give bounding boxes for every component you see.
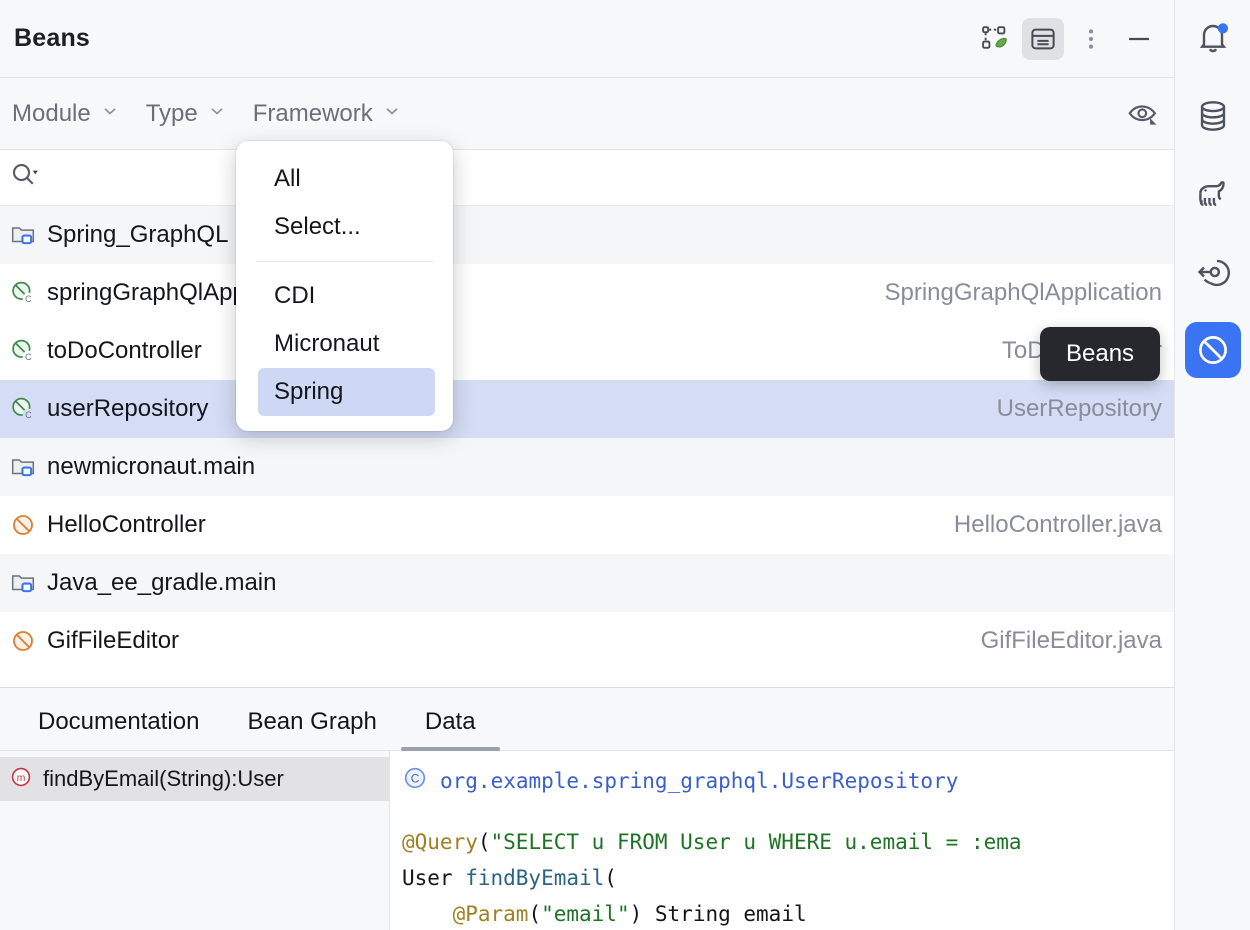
preview-eye-icon[interactable]	[1126, 97, 1160, 131]
right-tool-stripe	[1174, 0, 1250, 930]
show-details-icon[interactable]	[1022, 18, 1064, 60]
code-token: findByEmail	[465, 866, 604, 890]
bean-list[interactable]: Spring_GraphQL C springGraphQlApplicatio…	[0, 206, 1174, 687]
page-title: Beans	[14, 24, 90, 53]
menu-item-cdi[interactable]: CDI	[236, 272, 453, 320]
filter-framework-label: Framework	[253, 100, 373, 128]
list-item-secondary: GifFileEditor.java	[981, 627, 1162, 655]
list-item[interactable]: C springGraphQlApplication SpringGraphQl…	[0, 264, 1174, 322]
chevron-down-icon	[207, 101, 227, 126]
code-token: User	[402, 866, 465, 890]
tab-bean-graph[interactable]: Bean Graph	[223, 708, 400, 750]
detail-body: m findByEmail(String):User C	[0, 751, 1174, 930]
tool-window-header: Beans	[0, 0, 1174, 78]
filter-framework[interactable]: Framework	[253, 100, 402, 128]
spring-bean-icon: C	[9, 396, 37, 422]
list-item-label: newmicronaut.main	[47, 453, 255, 481]
menu-item-select[interactable]: Select...	[236, 203, 453, 251]
detail-tabs: Documentation Bean Graph Data	[0, 688, 1174, 751]
spring-bean-icon: C	[9, 280, 37, 306]
list-item[interactable]: HelloController HelloController.java	[0, 496, 1174, 554]
menu-item-spring[interactable]: Spring	[258, 368, 435, 416]
list-item[interactable]: C toDoController ToDoController	[0, 322, 1174, 380]
code-token: (	[478, 830, 491, 854]
method-list-item[interactable]: m findByEmail(String):User	[0, 757, 389, 801]
list-item-label: userRepository	[47, 395, 208, 423]
module-folder-icon	[9, 454, 37, 480]
filter-bar: Module Type Framework	[0, 78, 1174, 150]
code-header: C org.example.spring_graphql.UserReposit…	[402, 765, 1174, 796]
list-item-secondary: UserRepository	[997, 395, 1162, 423]
class-icon: C	[402, 765, 428, 796]
list-item-label: Java_ee_gradle.main	[47, 569, 277, 597]
filter-module[interactable]: Module	[12, 100, 120, 128]
svg-text:m: m	[17, 772, 26, 784]
list-item-selected[interactable]: C userRepository UserRepository	[0, 380, 1174, 438]
filter-type[interactable]: Type	[146, 100, 227, 128]
minimize-icon[interactable]	[1118, 18, 1160, 60]
method-list[interactable]: m findByEmail(String):User	[0, 751, 390, 930]
disabled-bean-icon	[9, 512, 37, 538]
menu-divider	[256, 261, 433, 262]
spring-bean-icon: C	[9, 338, 37, 364]
code-token: "SELECT u FROM User u WHERE u.email = :e…	[491, 830, 1022, 854]
list-item[interactable]: GifFileEditor GifFileEditor.java	[0, 612, 1174, 670]
filter-module-label: Module	[12, 100, 91, 128]
list-item-secondary: HelloController.java	[954, 511, 1162, 539]
svg-text:C: C	[411, 772, 420, 786]
tooltip: Beans	[1040, 327, 1160, 381]
method-icon: m	[9, 765, 33, 794]
tab-data[interactable]: Data	[401, 708, 500, 750]
code-token: @Param	[453, 902, 529, 926]
code-token: @Query	[402, 830, 478, 854]
module-folder-icon	[9, 222, 37, 248]
menu-item-micronaut[interactable]: Micronaut	[236, 320, 453, 368]
list-item[interactable]: Spring_GraphQL	[0, 206, 1174, 264]
svg-text:C: C	[25, 294, 32, 304]
search-bar	[0, 150, 1174, 206]
more-options-icon[interactable]	[1070, 18, 1112, 60]
list-item-label: Spring_GraphQL	[47, 221, 228, 249]
beans-tool-window: Beans	[0, 0, 1174, 930]
screen: Beans	[0, 0, 1250, 930]
svg-text:C: C	[25, 352, 32, 362]
list-item-label: GifFileEditor	[47, 627, 179, 655]
notifications-icon[interactable]	[1185, 10, 1241, 66]
chevron-down-icon	[382, 101, 402, 126]
database-icon[interactable]	[1185, 88, 1241, 144]
menu-item-all[interactable]: All	[236, 155, 453, 203]
tab-documentation[interactable]: Documentation	[14, 708, 223, 750]
module-folder-icon	[9, 570, 37, 596]
disabled-bean-icon	[9, 628, 37, 654]
svg-text:C: C	[25, 410, 32, 420]
list-item-label: toDoController	[47, 337, 202, 365]
code-text: @Query("SELECT u FROM User u WHERE u.ema…	[402, 824, 1174, 930]
method-label: findByEmail(String):User	[43, 766, 284, 792]
list-item-secondary: SpringGraphQlApplication	[885, 279, 1163, 307]
code-token: (	[604, 866, 617, 890]
code-token	[402, 902, 453, 926]
list-item-label: HelloController	[47, 511, 206, 539]
code-token: (	[528, 902, 541, 926]
gradle-elephant-icon[interactable]	[1185, 166, 1241, 222]
class-fqn: org.example.spring_graphql.UserRepositor…	[440, 769, 958, 793]
header-actions	[974, 18, 1160, 60]
list-item[interactable]: Java_ee_gradle.main	[0, 554, 1174, 612]
filter-type-label: Type	[146, 100, 198, 128]
search-icon[interactable]	[9, 160, 39, 195]
framework-dropdown-menu[interactable]: All Select... CDI Micronaut Spring	[236, 141, 453, 431]
endpoints-icon[interactable]	[1185, 244, 1241, 300]
bean-graph-icon[interactable]	[974, 18, 1016, 60]
beans-icon[interactable]	[1185, 322, 1241, 378]
detail-panel: Documentation Bean Graph Data m findByEm…	[0, 687, 1174, 930]
code-token: "email"	[541, 902, 630, 926]
code-token: ) String email	[630, 902, 807, 926]
code-preview[interactable]: C org.example.spring_graphql.UserReposit…	[390, 751, 1174, 930]
chevron-down-icon	[100, 101, 120, 126]
list-item[interactable]: newmicronaut.main	[0, 438, 1174, 496]
